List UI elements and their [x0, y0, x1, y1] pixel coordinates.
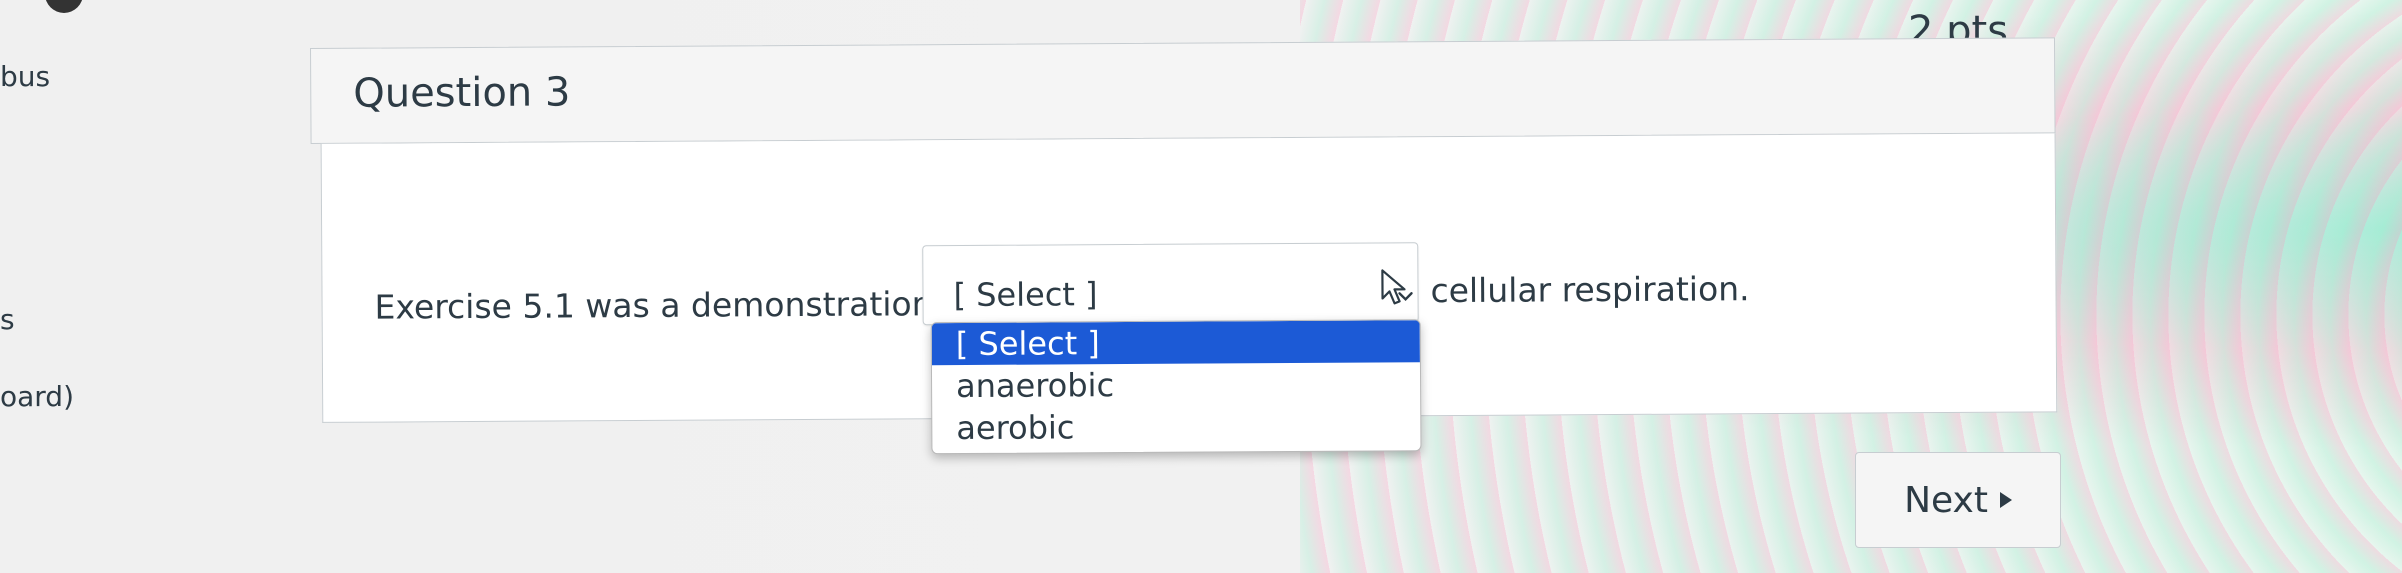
next-button-label: Next [1904, 479, 1988, 521]
answer-select[interactable]: [ Select ] [922, 242, 1419, 326]
triangle-right-icon [1999, 492, 2012, 508]
answer-dropdown-list: [ Select ] anaerobic aerobic [930, 319, 1422, 455]
sidebar-item-oard[interactable]: oard) [0, 380, 74, 413]
dropdown-option-anaerobic[interactable]: anaerobic [932, 362, 1420, 407]
question-prompt-suffix: cellular respiration. [1430, 269, 1750, 311]
question-prompt-prefix: Exercise 5.1 was a demonstration of [374, 283, 976, 327]
question-body: Exercise 5.1 was a demonstration of [ Se… [320, 133, 2058, 455]
dropdown-option-select[interactable]: [ Select ] [931, 320, 1420, 366]
dropdown-option-aerobic[interactable]: aerobic [932, 404, 1420, 449]
question-title: Question 3 [353, 69, 571, 117]
avatar[interactable] [45, 0, 83, 13]
mouse-pointer-icon [1381, 269, 1413, 305]
question-card: Question 3 Exercise 5.1 was a demonstrat… [310, 37, 2058, 455]
answer-select-value: [ Select ] [953, 275, 1098, 315]
next-button[interactable]: Next [1855, 452, 2061, 548]
sidebar-item-s[interactable]: s [0, 303, 15, 336]
question-header: Question 3 [310, 37, 2056, 144]
sidebar-item-bus[interactable]: bus [0, 60, 50, 93]
